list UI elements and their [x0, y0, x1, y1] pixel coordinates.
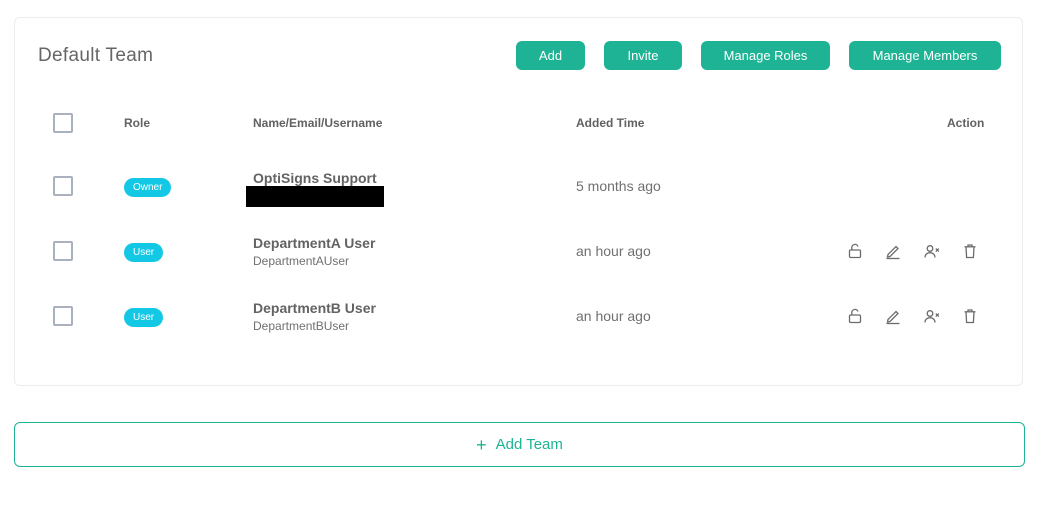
remove-user-icon[interactable]: [923, 307, 941, 325]
add-team-label: Add Team: [495, 436, 563, 453]
select-all-checkbox[interactable]: [53, 113, 73, 133]
member-name: OptiSigns Support: [253, 170, 377, 186]
trash-icon[interactable]: [961, 242, 979, 260]
invite-button[interactable]: Invite: [604, 41, 682, 70]
row-checkbox[interactable]: [53, 241, 73, 261]
unlock-icon[interactable]: [846, 242, 864, 260]
member-name: DepartmentB User: [253, 300, 376, 316]
column-header-name: Name/Email/Username: [253, 116, 383, 130]
edit-icon[interactable]: [884, 242, 902, 260]
column-header-added-time: Added Time: [576, 116, 645, 130]
column-header-action: Action: [947, 116, 985, 130]
edit-icon[interactable]: [884, 307, 902, 325]
manage-members-button[interactable]: Manage Members: [849, 41, 1001, 70]
add-team-button[interactable]: + Add Team: [14, 422, 1025, 467]
member-name: DepartmentA User: [253, 235, 376, 251]
row-checkbox[interactable]: [53, 176, 73, 196]
team-title: Default Team: [38, 45, 154, 66]
row-checkbox[interactable]: [53, 306, 73, 326]
manage-roles-button[interactable]: Manage Roles: [701, 41, 830, 70]
member-username: DepartmentBUser: [253, 319, 350, 333]
remove-user-icon[interactable]: [923, 242, 941, 260]
trash-icon[interactable]: [961, 307, 979, 325]
added-time: 5 months ago: [576, 178, 661, 194]
add-button[interactable]: Add: [516, 41, 585, 70]
team-card: Default Team Add Invite Manage Roles Man…: [14, 17, 1023, 386]
column-header-role: Role: [124, 116, 151, 130]
role-badge: Owner: [124, 178, 172, 197]
redacted-email: [246, 186, 384, 207]
added-time: an hour ago: [576, 243, 651, 259]
role-badge: User: [124, 308, 164, 327]
unlock-icon[interactable]: [846, 307, 864, 325]
role-badge: User: [124, 243, 164, 262]
member-username: DepartmentAUser: [253, 254, 350, 268]
plus-icon: +: [476, 434, 487, 455]
added-time: an hour ago: [576, 308, 651, 324]
